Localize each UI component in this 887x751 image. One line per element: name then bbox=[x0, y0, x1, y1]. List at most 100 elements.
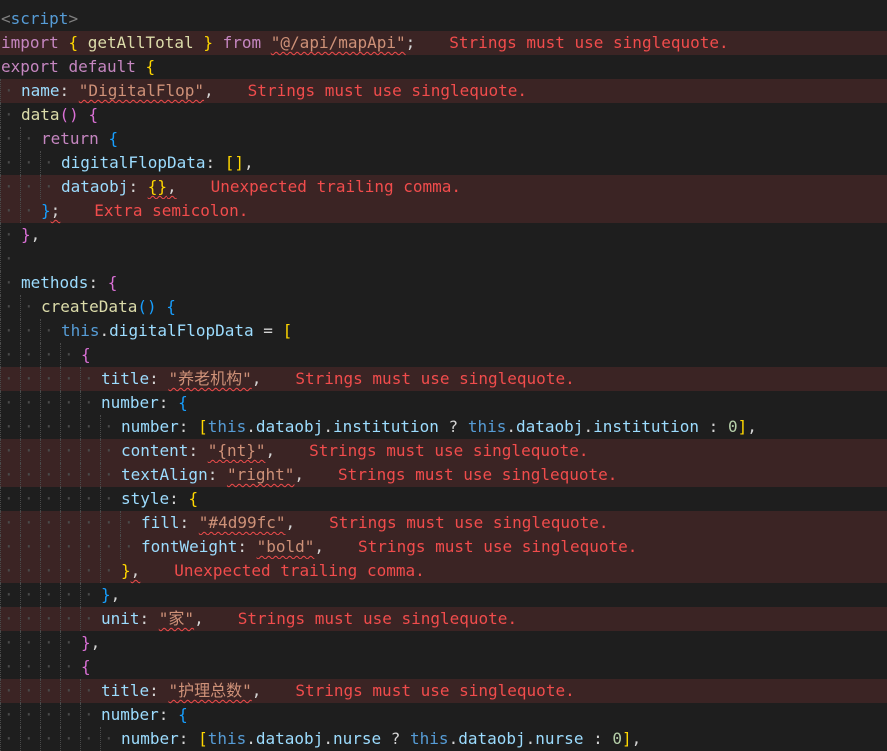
indent-guide bbox=[100, 511, 101, 535]
indent-guide bbox=[0, 199, 1, 223]
indent-guide bbox=[40, 607, 41, 631]
indent-guide bbox=[40, 583, 41, 607]
code-line[interactable]: · · · digitalFlopData: [], bbox=[0, 151, 887, 175]
indent-guide bbox=[40, 175, 41, 199]
whitespace-dot: · bbox=[4, 489, 14, 508]
indent-guide bbox=[0, 103, 1, 127]
whitespace-dot: · bbox=[84, 609, 94, 628]
whitespace-dot: · bbox=[44, 561, 54, 580]
code-token: , bbox=[251, 681, 262, 700]
code-line[interactable]: · · · · · number: { bbox=[0, 391, 887, 415]
code-token: dataobj bbox=[458, 729, 526, 748]
indent-guide bbox=[0, 679, 1, 703]
whitespace-dot: · bbox=[4, 81, 14, 100]
code-line[interactable]: · · · · { bbox=[0, 343, 887, 367]
code-token: : bbox=[158, 705, 179, 724]
code-line[interactable]: <script> bbox=[0, 7, 887, 31]
code-token: : bbox=[583, 729, 613, 748]
code-line[interactable]: · · · ·}, bbox=[0, 631, 887, 655]
whitespace-dot: · bbox=[84, 369, 94, 388]
code-editor[interactable]: <script> import { getAllTotal } from "@/a… bbox=[0, 0, 887, 751]
indent-guide bbox=[20, 175, 21, 199]
code-token: export bbox=[1, 57, 59, 76]
code-line[interactable]: · · · · · ·}, Unexpected trailing comma. bbox=[0, 559, 887, 583]
code-line[interactable]: · · · · · · content: "{nt}", Strings must use s… bbox=[0, 439, 887, 463]
whitespace-dot: · bbox=[4, 225, 14, 244]
code-token: { bbox=[178, 393, 188, 412]
code-line[interactable]: · · · · { bbox=[0, 655, 887, 679]
indent-guide bbox=[20, 559, 21, 583]
indent-guide bbox=[60, 655, 61, 679]
code-line[interactable]: ·}, bbox=[0, 223, 887, 247]
code-line[interactable]: · name: "DigitalFlop", Strings must use si… bbox=[0, 79, 887, 103]
indent-guide bbox=[80, 487, 81, 511]
code-line[interactable]: · · return { bbox=[0, 127, 887, 151]
whitespace-dot: · bbox=[84, 561, 94, 580]
code-token: "DigitalFlop" bbox=[78, 81, 205, 100]
whitespace-dot: · bbox=[4, 129, 14, 148]
whitespace-dot: · bbox=[104, 537, 114, 556]
code-line[interactable]: · data() { bbox=[0, 103, 887, 127]
code-token: "家" bbox=[158, 609, 195, 628]
code-token: this bbox=[61, 321, 100, 340]
code-line[interactable]: · bbox=[0, 247, 887, 271]
code-line[interactable]: · · · · · title: "护理总数", Strings must use sing… bbox=[0, 679, 887, 703]
indent-guide bbox=[40, 679, 41, 703]
indent-guide bbox=[20, 607, 21, 631]
code-token: import bbox=[1, 33, 59, 52]
code-line[interactable]: import { getAllTotal } from "@/api/mapAp… bbox=[0, 31, 887, 55]
lint-error-message: Strings must use singlequote. bbox=[449, 33, 729, 52]
code-line[interactable]: · · · · · · style: { bbox=[0, 487, 887, 511]
whitespace-dot: · bbox=[4, 417, 14, 436]
code-token: > bbox=[68, 9, 79, 28]
code-line[interactable]: · · · · · · · fill: "#4d99fc", Strings must use … bbox=[0, 511, 887, 535]
code-token: dataobj bbox=[255, 729, 324, 748]
code-token: dataobj bbox=[61, 177, 129, 196]
indent-guide bbox=[60, 343, 61, 367]
code-token: : bbox=[179, 513, 199, 532]
indent-guide bbox=[80, 607, 81, 631]
lint-error-message: Strings must use singlequote. bbox=[309, 441, 589, 460]
whitespace-dot: · bbox=[4, 321, 14, 340]
code-token: : bbox=[207, 465, 227, 484]
whitespace-dot: · bbox=[64, 705, 74, 724]
code-line[interactable]: · · · · ·}, bbox=[0, 583, 887, 607]
code-token: 0 bbox=[612, 729, 622, 748]
whitespace-dot: · bbox=[4, 561, 14, 580]
whitespace-dot: · bbox=[24, 201, 34, 220]
indent-guide bbox=[20, 319, 21, 343]
code-line[interactable]: · · · · · · textAlign: "right", Strings must us… bbox=[0, 463, 887, 487]
code-line[interactable]: · methods: { bbox=[0, 271, 887, 295]
indent-guide bbox=[0, 343, 1, 367]
code-line[interactable]: · · · · · · number: [this.dataobj.nurse ? this… bbox=[0, 727, 887, 751]
indent-guide bbox=[0, 607, 1, 631]
code-line[interactable]: · · createData() { bbox=[0, 295, 887, 319]
code-line[interactable]: · ·}; Extra semicolon. bbox=[0, 199, 887, 223]
code-line[interactable]: · · · dataobj: {}, Unexpected trailing comma… bbox=[0, 175, 887, 199]
code-token: dataobj bbox=[255, 417, 324, 436]
code-line[interactable]: · · · · · title: "养老机构", Strings must use sing… bbox=[0, 367, 887, 391]
indent-guide bbox=[40, 703, 41, 727]
code-line[interactable]: · · · · · unit: "家", Strings must use singlequ… bbox=[0, 607, 887, 631]
indent-guide bbox=[0, 511, 1, 535]
whitespace-dot: · bbox=[44, 489, 54, 508]
indent-guide bbox=[20, 631, 21, 655]
whitespace-dot: · bbox=[64, 345, 74, 364]
code-line[interactable]: · · · this.digitalFlopData = [ bbox=[0, 319, 887, 343]
lint-error-message: Unexpected trailing comma. bbox=[174, 561, 425, 580]
whitespace-dot: · bbox=[24, 345, 34, 364]
code-text: }, bbox=[101, 583, 120, 607]
code-line[interactable]: · · · · · · · fontWeight: "bold", Strings must u… bbox=[0, 535, 887, 559]
indent-guide bbox=[0, 415, 1, 439]
whitespace-dot: · bbox=[44, 681, 54, 700]
whitespace-dot: · bbox=[104, 465, 114, 484]
code-token: : bbox=[158, 393, 179, 412]
indent-guide bbox=[20, 295, 21, 319]
code-token: "{nt}" bbox=[207, 441, 266, 460]
code-token: . bbox=[583, 417, 594, 436]
code-line[interactable]: · · · · · number: { bbox=[0, 703, 887, 727]
code-line[interactable]: export default { bbox=[0, 55, 887, 79]
whitespace-dot: · bbox=[4, 177, 14, 196]
code-line[interactable]: · · · · · · number: [this.dataobj.institution … bbox=[0, 415, 887, 439]
